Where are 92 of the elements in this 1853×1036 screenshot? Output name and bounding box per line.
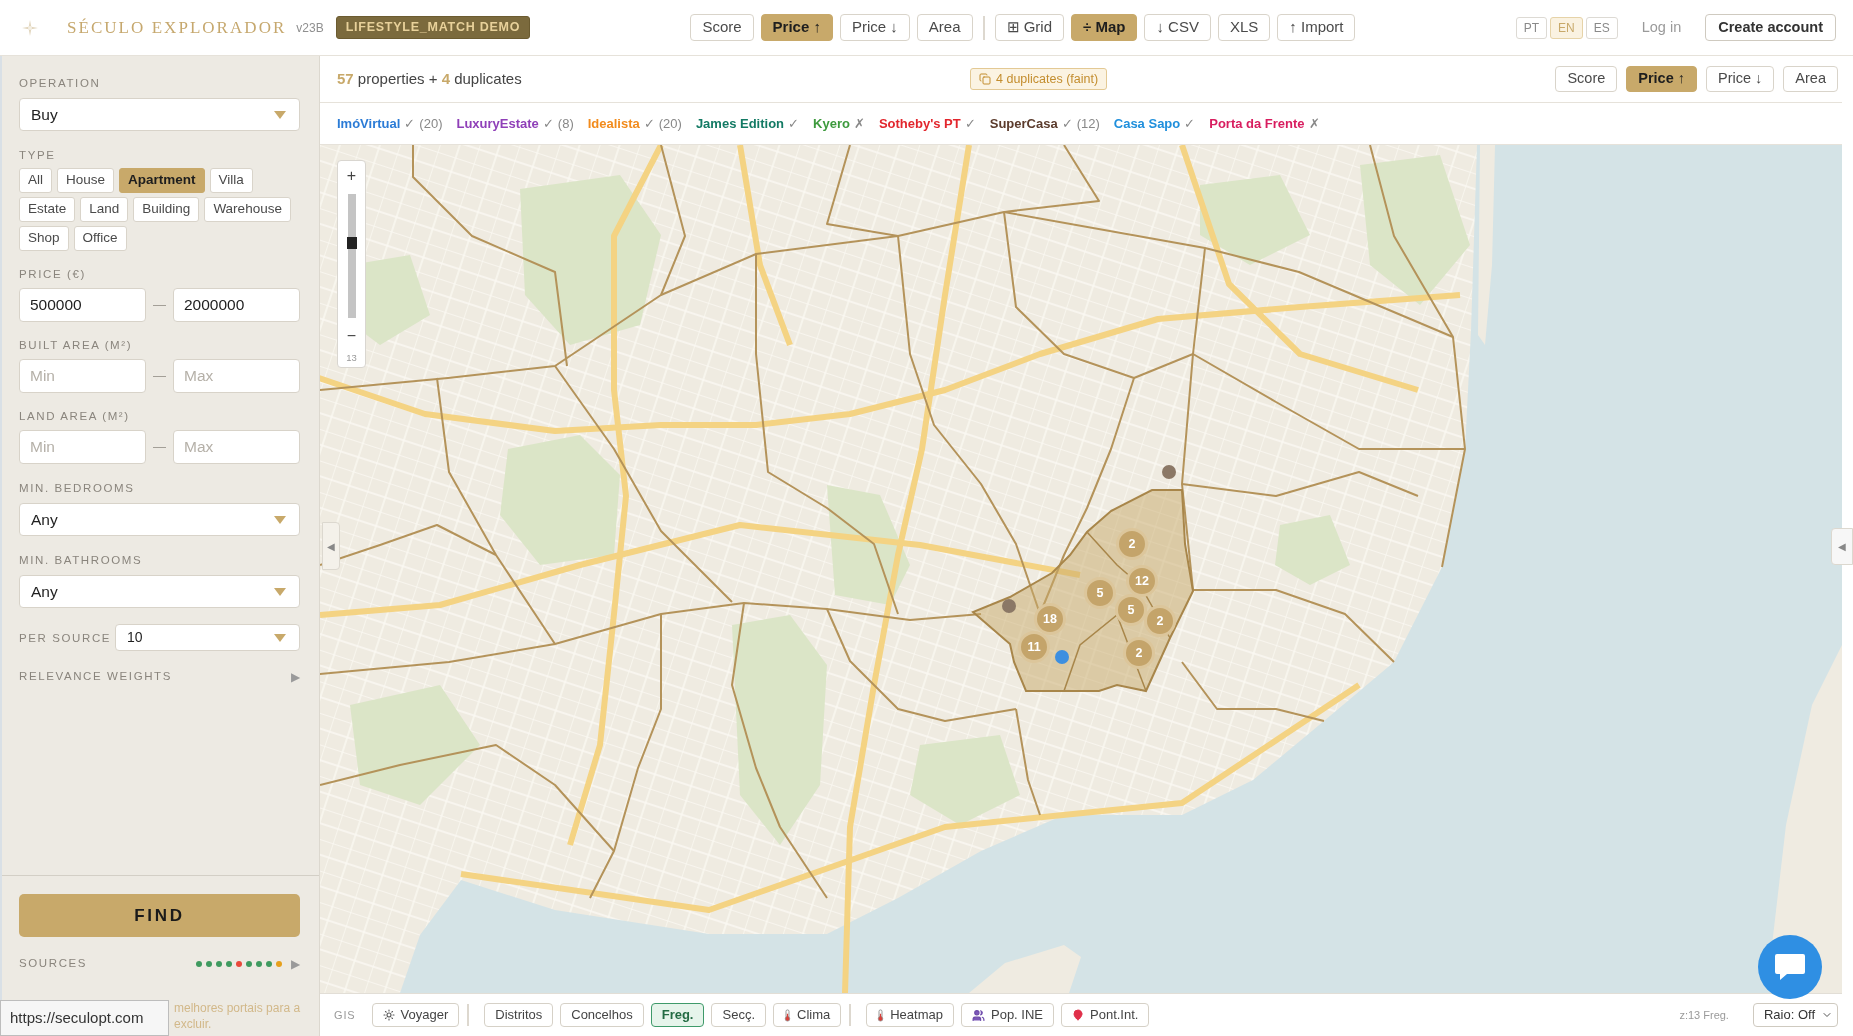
view-toggle[interactable]: ⊞ Grid [994, 14, 1064, 41]
create-account-button[interactable]: Create account [1705, 14, 1836, 41]
source-toggle[interactable]: Porta da Frente ✗ [1209, 113, 1320, 134]
layer-button[interactable]: Heatmap [866, 1003, 954, 1027]
sun-icon [382, 1009, 395, 1021]
find-button[interactable]: FIND [19, 894, 300, 937]
language-button[interactable]: PT [1515, 16, 1548, 39]
bedrooms-select[interactable]: Any [19, 503, 300, 536]
caret-down-icon [274, 515, 286, 524]
type-chip[interactable]: Shop [19, 226, 69, 251]
type-chip[interactable]: Warehouse [204, 197, 291, 222]
layer-button[interactable]: Voyager [371, 1003, 460, 1027]
layer-button[interactable]: Distritos [484, 1003, 554, 1027]
source-toggle[interactable]: Casa Sapo ✓ [1113, 113, 1196, 134]
sort-button[interactable]: Price ↓ [1706, 66, 1775, 92]
radius-select[interactable]: Raio: Off [1752, 1003, 1838, 1027]
source-toggle[interactable]: Idealista ✓ (20) [587, 113, 682, 134]
land-area-max-field[interactable]: Max [173, 430, 300, 464]
bathrooms-select[interactable]: Any [19, 575, 300, 608]
layer-button[interactable]: Pont.Int. [1061, 1003, 1150, 1027]
source-toggle[interactable]: SuperCasa ✓ (12) [989, 113, 1100, 134]
sort-button[interactable]: Price ↓ [839, 14, 910, 41]
gis-label: GIS [334, 1007, 356, 1023]
sort-button[interactable]: Score [1555, 66, 1618, 92]
source-toggle[interactable]: Sotheby's PT ✓ [878, 113, 976, 134]
field-label: LAND AREA (M²) [19, 409, 130, 423]
compass-star-icon [22, 19, 38, 36]
browser-status-url: https://seculopt.com [0, 1000, 169, 1036]
field-label: PER SOURCE [19, 630, 112, 645]
zoom-level-label: 13 [346, 351, 357, 365]
type-chip[interactable]: House [57, 168, 115, 193]
caret-down-icon [274, 110, 286, 119]
source-toggle[interactable]: LuxuryEstate ✓ (8) [456, 113, 574, 134]
range-separator: — [152, 438, 167, 457]
caret-down-icon [274, 633, 286, 642]
type-chip[interactable]: All [19, 168, 52, 193]
layer-button[interactable]: Concelhos [560, 1003, 644, 1027]
field-label: MIN. BATHROOMS [19, 553, 143, 567]
chat-bubble-icon [1775, 954, 1805, 980]
version-label: v23B [296, 19, 324, 37]
type-chip[interactable]: Villa [209, 168, 253, 193]
field-label: PRICE (€) [19, 267, 86, 281]
view-toggle[interactable]: ÷ Map [1071, 14, 1138, 41]
source-toggle[interactable]: James Edition ✓ [695, 113, 800, 134]
layer-button[interactable]: Clima [773, 1003, 842, 1027]
sort-button[interactable]: Price ↑ [760, 14, 833, 41]
type-chip[interactable]: Building [133, 197, 200, 222]
zoom-slider-track[interactable] [347, 194, 356, 318]
pin-icon [1072, 1009, 1084, 1021]
source-toggle[interactable]: ImóVirtual ✓ (20) [337, 113, 443, 134]
per-source-select[interactable]: 10 [115, 624, 300, 651]
thermometer-icon [784, 1008, 791, 1022]
export-button[interactable]: ↑ Import [1277, 14, 1356, 41]
sort-button[interactable]: Area [916, 14, 973, 41]
zoom-slider-thumb[interactable] [346, 236, 357, 249]
field-label: OPERATION [19, 76, 101, 90]
caret-down-icon [274, 587, 286, 596]
type-chip[interactable]: Apartment [119, 168, 205, 193]
export-button[interactable]: XLS [1217, 14, 1271, 41]
type-chip[interactable]: Estate [19, 197, 76, 222]
zoom-in-button[interactable]: + [338, 161, 365, 191]
app-title: SÉCULO EXPLORADOR [67, 16, 287, 39]
thermometer-icon [877, 1008, 885, 1022]
layer-button[interactable]: Secç. [711, 1003, 766, 1027]
field-label: BUILT AREA (M²) [19, 338, 133, 352]
price-min-field[interactable]: 500000 [19, 288, 146, 322]
built-area-min-field[interactable]: Min [19, 359, 146, 393]
results-summary: 57 properties + 4 duplicates [337, 70, 522, 87]
zoom-info-label: z:13 Freg. [1679, 1007, 1729, 1023]
source-toggle[interactable]: Kyero ✗ [813, 113, 865, 134]
land-area-min-field[interactable]: Min [19, 430, 146, 464]
sort-button[interactable]: Score [690, 14, 754, 41]
sort-button[interactable]: Area [1783, 66, 1838, 92]
type-chip[interactable]: Office [73, 226, 127, 251]
note-text: melhores portais para a [174, 1000, 301, 1016]
price-max-field[interactable]: 2000000 [173, 288, 300, 322]
range-separator: — [152, 296, 167, 315]
field-label: MIN. BEDROOMS [19, 481, 135, 495]
sort-button[interactable]: Price ↑ [1626, 66, 1698, 92]
layer-button[interactable]: Pop. INE [961, 1003, 1054, 1027]
export-button[interactable]: ↓ CSV [1144, 14, 1211, 41]
operation-select[interactable]: Buy [19, 98, 300, 131]
note-text: excluir. [174, 1016, 212, 1032]
people-icon [972, 1008, 985, 1022]
type-chip[interactable]: Land [80, 197, 129, 222]
duplicate-icon [979, 73, 991, 85]
field-label: TYPE [19, 148, 56, 162]
layer-button[interactable]: Freg. [650, 1003, 705, 1027]
demo-badge: LIFESTYLE_MATCH DEMO [335, 16, 531, 39]
range-separator: — [152, 367, 167, 386]
zoom-out-button[interactable]: − [338, 321, 365, 351]
built-area-max-field[interactable]: Max [173, 359, 300, 393]
